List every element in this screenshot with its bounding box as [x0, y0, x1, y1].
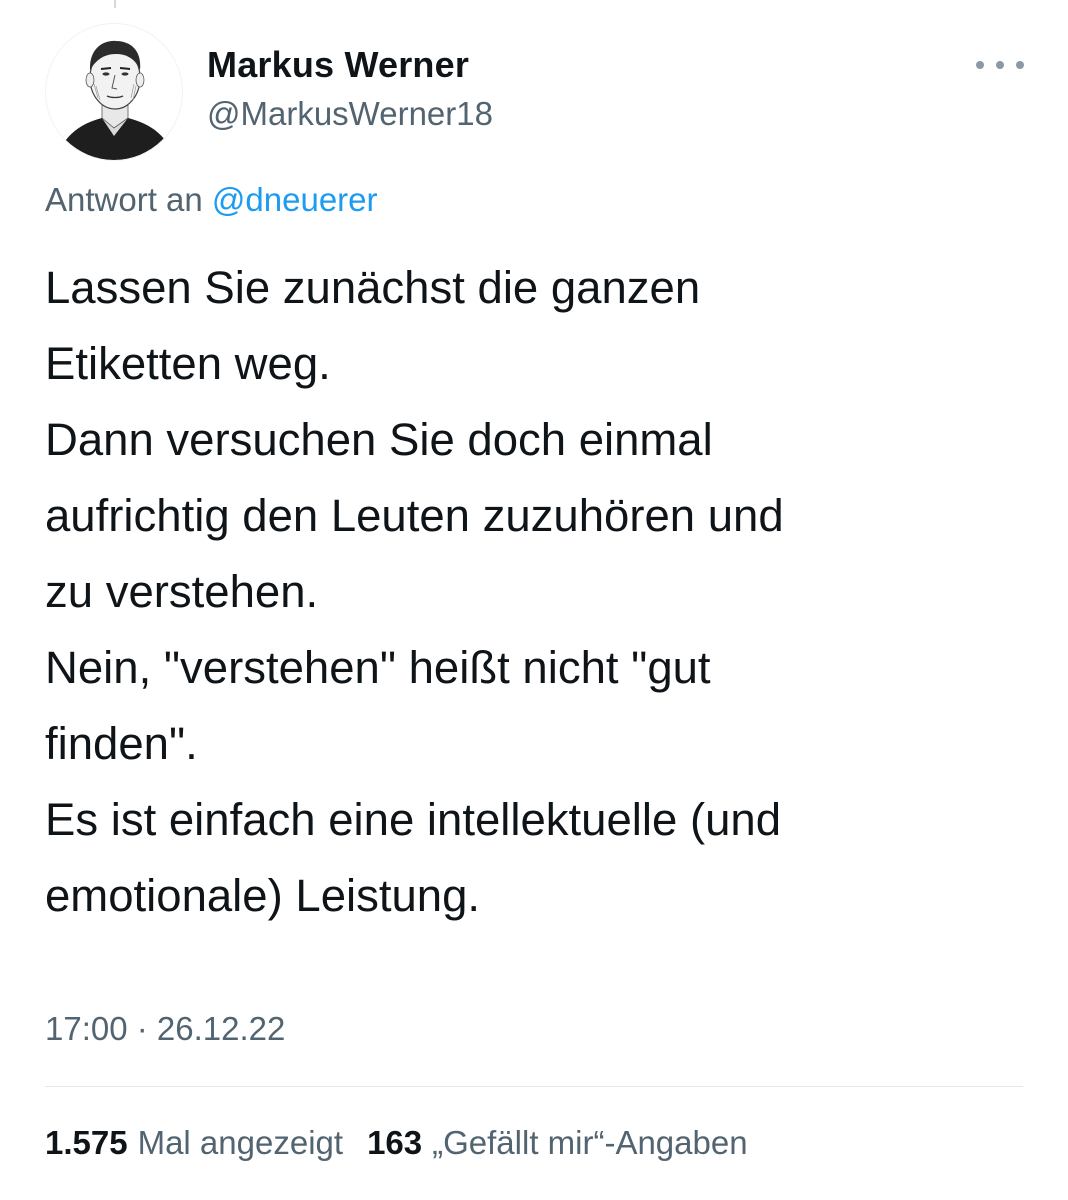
more-dot [1016, 61, 1024, 69]
tweet-stats: 1.575 Mal angezeigt 163 „Gefällt mir“-An… [45, 1124, 748, 1162]
divider [45, 1086, 1023, 1087]
tweet-text-line: Lassen Sie zunächst die ganzen [45, 262, 701, 313]
views-count: 1.575 [45, 1124, 128, 1161]
avatar-sketch-image [46, 24, 182, 160]
tweet-text-line: Etiketten weg. [45, 338, 331, 389]
more-dot [976, 61, 984, 69]
author-handle[interactable]: @MarkusWerner18 [207, 95, 493, 133]
tweet-text-line: aufrichtig den Leuten zuzuhören und [45, 490, 784, 541]
author-name[interactable]: Markus Werner [207, 44, 469, 86]
tweet-text-line: emotionale) Leistung. [45, 870, 481, 921]
tweet-text: Lassen Sie zunächst die ganzen Etiketten… [45, 250, 1035, 934]
likes-label: „Gefällt mir“-Angaben [432, 1124, 748, 1161]
more-dot [996, 61, 1004, 69]
reply-prefix: Antwort an [45, 181, 203, 218]
views-stat[interactable]: 1.575 Mal angezeigt [45, 1124, 343, 1162]
tweet-text-line: zu verstehen. [45, 566, 319, 617]
tweet-timestamp[interactable]: 17:00 · 26.12.22 [45, 1010, 285, 1048]
avatar[interactable] [45, 23, 183, 161]
tweet-text-line: Dann versuchen Sie doch einmal [45, 414, 713, 465]
views-label: Mal angezeigt [137, 1124, 344, 1161]
thread-connector-line [114, 0, 116, 8]
reply-mention-link[interactable]: @dneuerer [212, 181, 378, 218]
tweet-text-line: Nein, "verstehen" heißt nicht "gut [45, 642, 711, 693]
likes-stat[interactable]: 163 „Gefällt mir“-Angaben [367, 1124, 748, 1162]
likes-count: 163 [367, 1124, 423, 1161]
tweet-text-line: finden". [45, 718, 198, 769]
more-options-icon[interactable] [976, 50, 1024, 80]
reply-context: Antwort an @dneuerer [45, 181, 378, 219]
tweet-text-line: Es ist einfach eine intellektuelle (und [45, 794, 782, 845]
